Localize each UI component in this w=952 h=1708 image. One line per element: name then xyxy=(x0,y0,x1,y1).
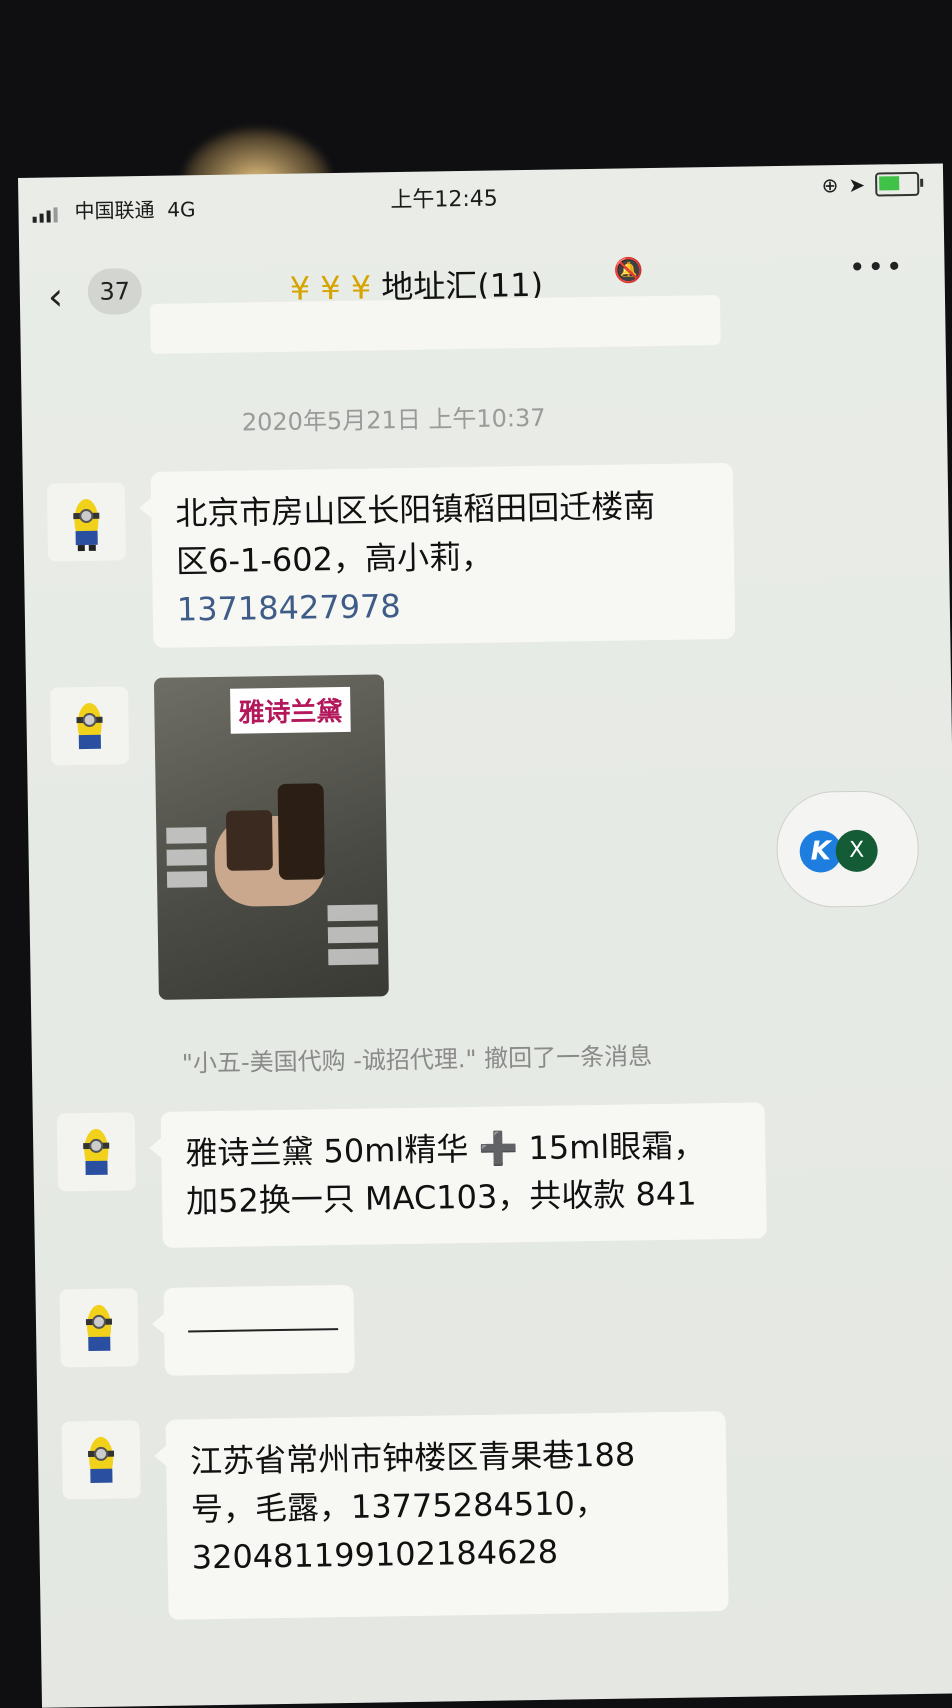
image-title: 雅诗兰黛 xyxy=(230,686,351,734)
message-line: 号，毛露，13775284510， xyxy=(190,1483,608,1529)
signal-icon xyxy=(32,207,58,223)
unread-count-badge[interactable]: 37 xyxy=(87,268,143,315)
message-line: 320481199102184628 xyxy=(191,1532,559,1577)
message-bubble[interactable]: 北京市房山区长阳镇稻田回迁楼南 区6-1-602，高小莉， 1371842797… xyxy=(150,462,736,648)
recall-notice: "小五-美国代购 -诚招代理." 撤回了一条消息 xyxy=(181,1042,653,1078)
back-button[interactable]: ‹ xyxy=(48,274,64,318)
avatar[interactable] xyxy=(46,482,127,562)
message-bubble[interactable] xyxy=(163,1284,355,1376)
rotation-lock-icon: ⊕ xyxy=(821,173,839,198)
dash-line xyxy=(188,1328,339,1333)
location-icon: ➤ xyxy=(848,172,866,197)
avatar[interactable] xyxy=(56,1112,136,1192)
minion-avatar-icon xyxy=(73,498,100,552)
avatar[interactable] xyxy=(50,686,130,766)
floating-widget[interactable]: K X xyxy=(775,789,920,909)
cream-jar xyxy=(225,810,273,871)
phone-number-link[interactable]: 13718427978 xyxy=(176,577,711,633)
message-line: 江苏省常州市钟楼区青果巷188 xyxy=(189,1435,636,1481)
message-line: 北京市房山区长阳镇稻田回迁楼南 xyxy=(174,487,656,533)
close-button[interactable]: X xyxy=(835,829,879,873)
message-bubble[interactable]: 雅诗兰黛 50ml精华 ➕ 15ml眼霜， 加52换一只 MAC103，共收款 … xyxy=(160,1102,767,1248)
clock: 上午12:45 xyxy=(390,186,498,214)
phone-screen: 中国联通 4G 上午12:45 ⊕ ➤ ‹ 37 ¥ ¥ ¥ 地址汇(11) 🔕… xyxy=(18,163,952,1708)
minion-avatar-icon xyxy=(76,702,103,750)
previous-message-bubble xyxy=(149,294,721,354)
serum-bottle xyxy=(277,783,326,880)
status-icons: ⊕ ➤ xyxy=(821,171,920,198)
battery-icon xyxy=(875,171,920,197)
message-bubble[interactable]: 江苏省常州市钟楼区青果巷188 号，毛露，13775284510， 320481… xyxy=(165,1411,729,1620)
message-line: 雅诗兰黛 50ml精华 ➕ 15ml眼霜， xyxy=(185,1126,706,1173)
mute-bell-icon: 🔕 xyxy=(613,256,644,285)
carrier-label: 中国联通 4G xyxy=(74,197,196,224)
more-options-button[interactable]: ••• xyxy=(849,250,905,284)
message-line: 区6-1-602，高小莉， xyxy=(175,537,494,581)
minion-avatar-icon xyxy=(88,1436,115,1484)
message-line: 加52换一只 MAC103，共收款 841 xyxy=(185,1174,697,1221)
status-bar: 中国联通 4G 上午12:45 ⊕ ➤ xyxy=(18,163,944,234)
minion-avatar-icon xyxy=(85,1304,113,1352)
image-message[interactable]: 雅诗兰黛 xyxy=(153,674,389,1000)
minion-avatar-icon xyxy=(83,1128,110,1176)
avatar[interactable] xyxy=(61,1420,141,1500)
message-timestamp: 2020年5月21日 上午10:37 xyxy=(241,403,546,437)
avatar[interactable] xyxy=(59,1288,139,1368)
